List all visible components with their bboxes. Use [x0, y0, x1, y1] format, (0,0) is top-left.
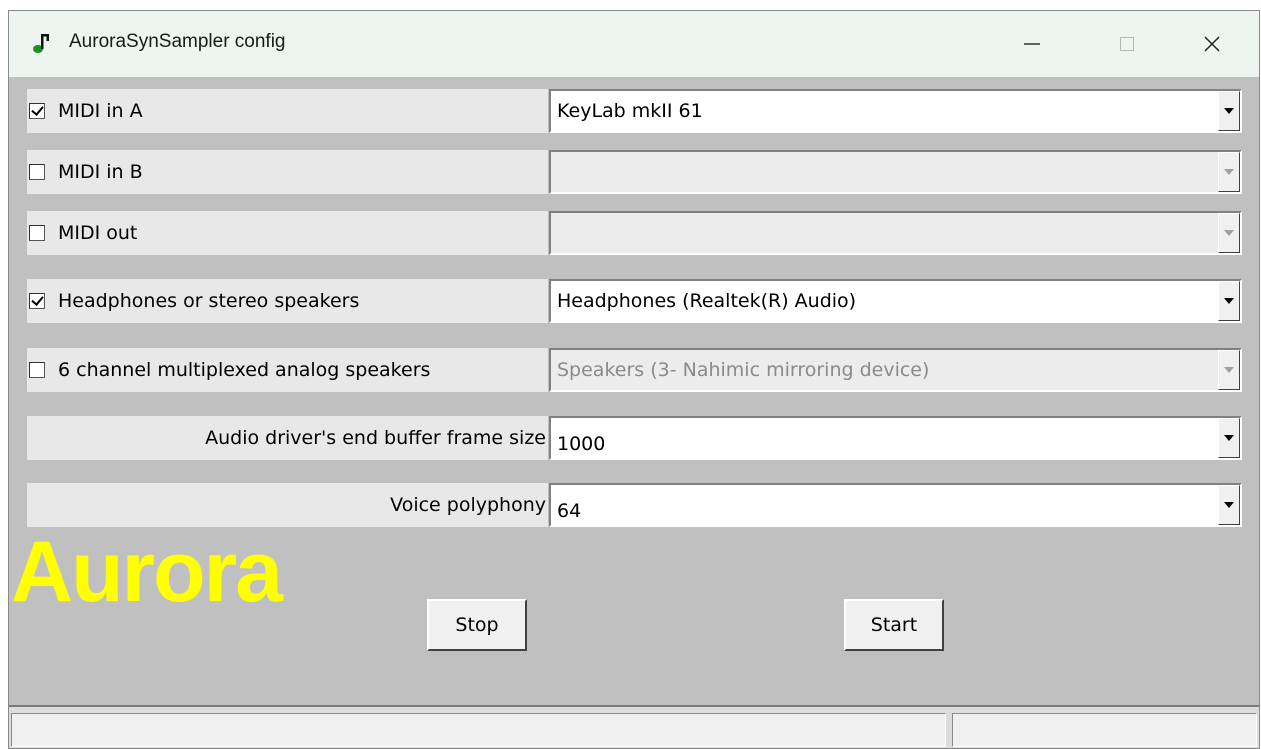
midi-out-select[interactable]: [549, 211, 1242, 255]
config-window: AuroraSynSampler config MIDI in A KeyLab…: [8, 10, 1260, 749]
window-title: AuroraSynSampler config: [69, 31, 286, 52]
six-channel-select[interactable]: Speakers (3- Nahimic mirroring device): [549, 348, 1242, 392]
buffer-size-value: 1000: [557, 433, 606, 455]
polyphony-value: 64: [557, 500, 582, 522]
midi-in-b-select[interactable]: [549, 150, 1242, 194]
midi-in-b-label: MIDI in B: [58, 161, 143, 183]
midi-out-label: MIDI out: [58, 222, 138, 244]
dropdown-arrow-icon[interactable]: [1218, 350, 1240, 390]
close-icon: [1204, 36, 1220, 52]
close-button[interactable]: [1184, 11, 1240, 77]
status-bar: [9, 705, 1259, 748]
polyphony-row: Voice polyphony: [27, 483, 548, 527]
minimize-icon: [1024, 43, 1040, 45]
dropdown-arrow-icon[interactable]: [1218, 152, 1240, 192]
music-note-icon: [33, 34, 49, 53]
midi-in-a-row[interactable]: MIDI in A: [27, 89, 548, 133]
midi-in-b-checkbox[interactable]: [29, 164, 45, 180]
headphones-checkbox[interactable]: [29, 293, 45, 309]
six-channel-value: Speakers (3- Nahimic mirroring device): [557, 359, 930, 381]
dropdown-arrow-icon[interactable]: [1218, 213, 1240, 253]
dropdown-arrow-icon[interactable]: [1218, 485, 1240, 525]
maximize-button[interactable]: [1099, 11, 1155, 77]
minimize-button[interactable]: [1004, 11, 1060, 77]
status-pane-right: [952, 713, 1257, 747]
maximize-icon: [1120, 37, 1134, 51]
aurora-logo: Aurora: [11, 524, 283, 620]
headphones-row[interactable]: Headphones or stereo speakers: [27, 279, 548, 323]
midi-out-row[interactable]: MIDI out: [27, 211, 548, 255]
six-channel-row[interactable]: 6 channel multiplexed analog speakers: [27, 348, 548, 392]
six-channel-checkbox[interactable]: [29, 362, 45, 378]
midi-in-a-select[interactable]: KeyLab mkII 61: [549, 89, 1242, 133]
midi-in-b-row[interactable]: MIDI in B: [27, 150, 548, 194]
buffer-size-select[interactable]: 1000: [549, 416, 1242, 460]
headphones-select[interactable]: Headphones (Realtek(R) Audio): [549, 279, 1242, 323]
buffer-size-row: Audio driver's end buffer frame size: [27, 416, 548, 460]
dropdown-arrow-icon[interactable]: [1218, 418, 1240, 458]
polyphony-label: Voice polyphony: [390, 494, 546, 516]
six-channel-label: 6 channel multiplexed analog speakers: [58, 359, 431, 381]
headphones-value: Headphones (Realtek(R) Audio): [557, 290, 857, 312]
polyphony-select[interactable]: 64: [549, 483, 1242, 527]
midi-in-a-value: KeyLab mkII 61: [557, 100, 703, 122]
start-button[interactable]: Start: [844, 599, 944, 651]
headphones-label: Headphones or stereo speakers: [58, 290, 360, 312]
midi-in-a-checkbox[interactable]: [29, 103, 45, 119]
dropdown-arrow-icon[interactable]: [1218, 91, 1240, 131]
dropdown-arrow-icon[interactable]: [1218, 281, 1240, 321]
stop-button[interactable]: Stop: [427, 599, 527, 651]
midi-in-a-label: MIDI in A: [58, 100, 143, 122]
status-pane-left: [11, 713, 946, 747]
title-bar[interactable]: AuroraSynSampler config: [9, 11, 1259, 77]
midi-out-checkbox[interactable]: [29, 225, 45, 241]
buffer-size-label: Audio driver's end buffer frame size: [205, 427, 546, 449]
